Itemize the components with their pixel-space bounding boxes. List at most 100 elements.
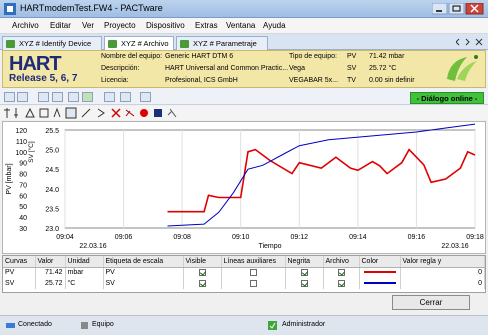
right-tick-label: 25.5 xyxy=(45,128,59,135)
tab-identify-device[interactable]: XYZ # Identify Device xyxy=(2,36,102,50)
menu-dispositivo[interactable]: Dispositivo xyxy=(146,21,185,30)
device-header: HART Release 5, 6, 7 Nombre del equipo: … xyxy=(2,50,486,88)
cell-scale: SV xyxy=(103,278,184,289)
col-valor-regla: Valor regla y xyxy=(400,256,485,268)
save-icon[interactable] xyxy=(154,109,162,117)
col-color: Color xyxy=(359,256,401,268)
ruler-icon[interactable] xyxy=(25,107,35,118)
tab-label: XYZ # Parametraje xyxy=(193,39,257,48)
app-icon xyxy=(4,3,16,15)
meas-tv-value: 0.00 sin definir xyxy=(369,77,415,84)
play-icon[interactable] xyxy=(97,108,105,118)
device-icon xyxy=(180,40,189,48)
left-tick-label: 30 xyxy=(19,226,27,233)
window-controls xyxy=(432,3,484,15)
close-button[interactable]: Cerrar xyxy=(392,295,470,310)
connect-icon[interactable] xyxy=(38,92,49,102)
cell-rule[interactable]: 0 xyxy=(400,278,485,289)
menu-archivo[interactable]: Archivo xyxy=(12,21,39,30)
left-tick-label: 100 xyxy=(15,150,27,157)
cell-unit: °C xyxy=(65,278,104,289)
menu-editar[interactable]: Editar xyxy=(50,21,71,30)
layout-icon[interactable] xyxy=(17,92,28,102)
bold-checkbox[interactable] xyxy=(300,269,308,277)
color-swatch[interactable] xyxy=(362,280,398,286)
archive-checkbox[interactable] xyxy=(337,279,345,287)
left-tick-label: 70 xyxy=(19,182,27,189)
x-axis-label: Tiempo xyxy=(258,243,281,250)
visible-checkbox[interactable] xyxy=(198,269,206,277)
chart-toolbar-icons xyxy=(4,107,177,119)
record-icon[interactable] xyxy=(140,109,148,117)
bold-checkbox[interactable] xyxy=(300,279,308,287)
table-header-row: Curvas Valor Unidad Etiqueta de escala V… xyxy=(3,256,485,268)
menu-ver[interactable]: Ver xyxy=(82,21,94,30)
tab-nav-icons[interactable] xyxy=(456,37,486,47)
value-license: Profesional, ICS GmbH xyxy=(165,77,238,84)
status-bar: Conectado Equipo Administrador xyxy=(0,315,488,335)
right-tick-label: 23.5 xyxy=(45,206,59,213)
curves-table: Curvas Valor Unidad Etiqueta de escala V… xyxy=(2,255,486,293)
meas-tv-name: TV xyxy=(347,77,356,84)
tab-parametraje[interactable]: XYZ # Parametraje xyxy=(176,36,268,50)
axis-icon[interactable] xyxy=(53,107,61,118)
aux-lines-checkbox[interactable] xyxy=(249,269,257,277)
tools-icon[interactable] xyxy=(167,108,177,118)
status-device: Equipo xyxy=(92,321,114,328)
upload-icon[interactable] xyxy=(68,92,79,102)
aux-lines-checkbox[interactable] xyxy=(249,279,257,287)
minimize-icon[interactable] xyxy=(432,3,448,15)
cursor-icon[interactable] xyxy=(4,108,10,118)
x-tick-label: 09:16 xyxy=(408,234,426,241)
clear-icon[interactable] xyxy=(125,109,135,117)
label-device-name: Nombre del equipo: xyxy=(101,53,163,60)
tab-label: XYZ # Archivo xyxy=(121,39,169,48)
x-tick-label: 09:12 xyxy=(291,234,309,241)
left-tick-label: 90 xyxy=(19,161,27,168)
disconnect-icon[interactable] xyxy=(52,92,63,102)
right-tick-label: 23.0 xyxy=(45,226,59,233)
menu-ayuda[interactable]: Ayuda xyxy=(263,21,286,30)
plot-area xyxy=(64,129,476,229)
x-tick-label: 09:14 xyxy=(349,234,367,241)
maximize-icon[interactable] xyxy=(448,3,465,15)
visible-checkbox[interactable] xyxy=(198,279,206,287)
online-status-badge: - Diálogo online - xyxy=(410,92,484,104)
color-swatch[interactable] xyxy=(362,269,398,275)
label-license: Licencia: xyxy=(101,77,129,84)
scale-icon[interactable] xyxy=(39,108,49,118)
document-tabs: XYZ # Identify Device XYZ # Archivo XYZ … xyxy=(0,34,488,50)
cell-rule[interactable]: 0 xyxy=(400,267,485,278)
tab-archivo[interactable]: XYZ # Archivo xyxy=(104,36,174,50)
tab-label: XYZ # Identify Device xyxy=(19,39,92,48)
help-icon[interactable] xyxy=(140,92,151,102)
menu-bar: Archivo Editar Ver Proyecto Dispositivo … xyxy=(0,18,488,34)
col-unidad: Unidad xyxy=(65,256,104,268)
cell-curve: PV xyxy=(3,267,36,278)
online-icon[interactable] xyxy=(82,92,93,102)
menu-proyecto[interactable]: Proyecto xyxy=(104,21,136,30)
x-tick-label: 09:04 xyxy=(56,234,74,241)
value-manufacturer: Vega xyxy=(289,65,305,72)
settings-icon[interactable] xyxy=(120,92,131,102)
status-connected: Conectado xyxy=(18,321,52,328)
right-axis-label: SV [°C] xyxy=(27,141,35,163)
x-tick-label: 09:18 xyxy=(466,234,484,241)
device-status-icon xyxy=(81,322,88,329)
view-icon[interactable] xyxy=(4,92,15,102)
select-icon[interactable] xyxy=(65,107,77,119)
left-tick-label: 110 xyxy=(16,139,27,146)
pen-icon[interactable] xyxy=(81,108,91,118)
delete-icon[interactable] xyxy=(111,108,121,118)
marker-icon[interactable] xyxy=(14,108,18,118)
menu-extras[interactable]: Extras xyxy=(195,21,218,30)
table-row[interactable]: SV 25.72 °C SV 0 xyxy=(3,278,485,289)
archive-checkbox[interactable] xyxy=(337,269,345,277)
menu-ventana[interactable]: Ventana xyxy=(226,21,255,30)
meas-sv-name: SV xyxy=(347,65,357,72)
ics-logo xyxy=(447,55,478,81)
print-icon[interactable] xyxy=(104,92,115,102)
cell-scale: PV xyxy=(103,267,184,278)
cell-unit: mbar xyxy=(65,267,104,278)
table-row[interactable]: PV 71.42 mbar PV 0 xyxy=(3,267,485,278)
